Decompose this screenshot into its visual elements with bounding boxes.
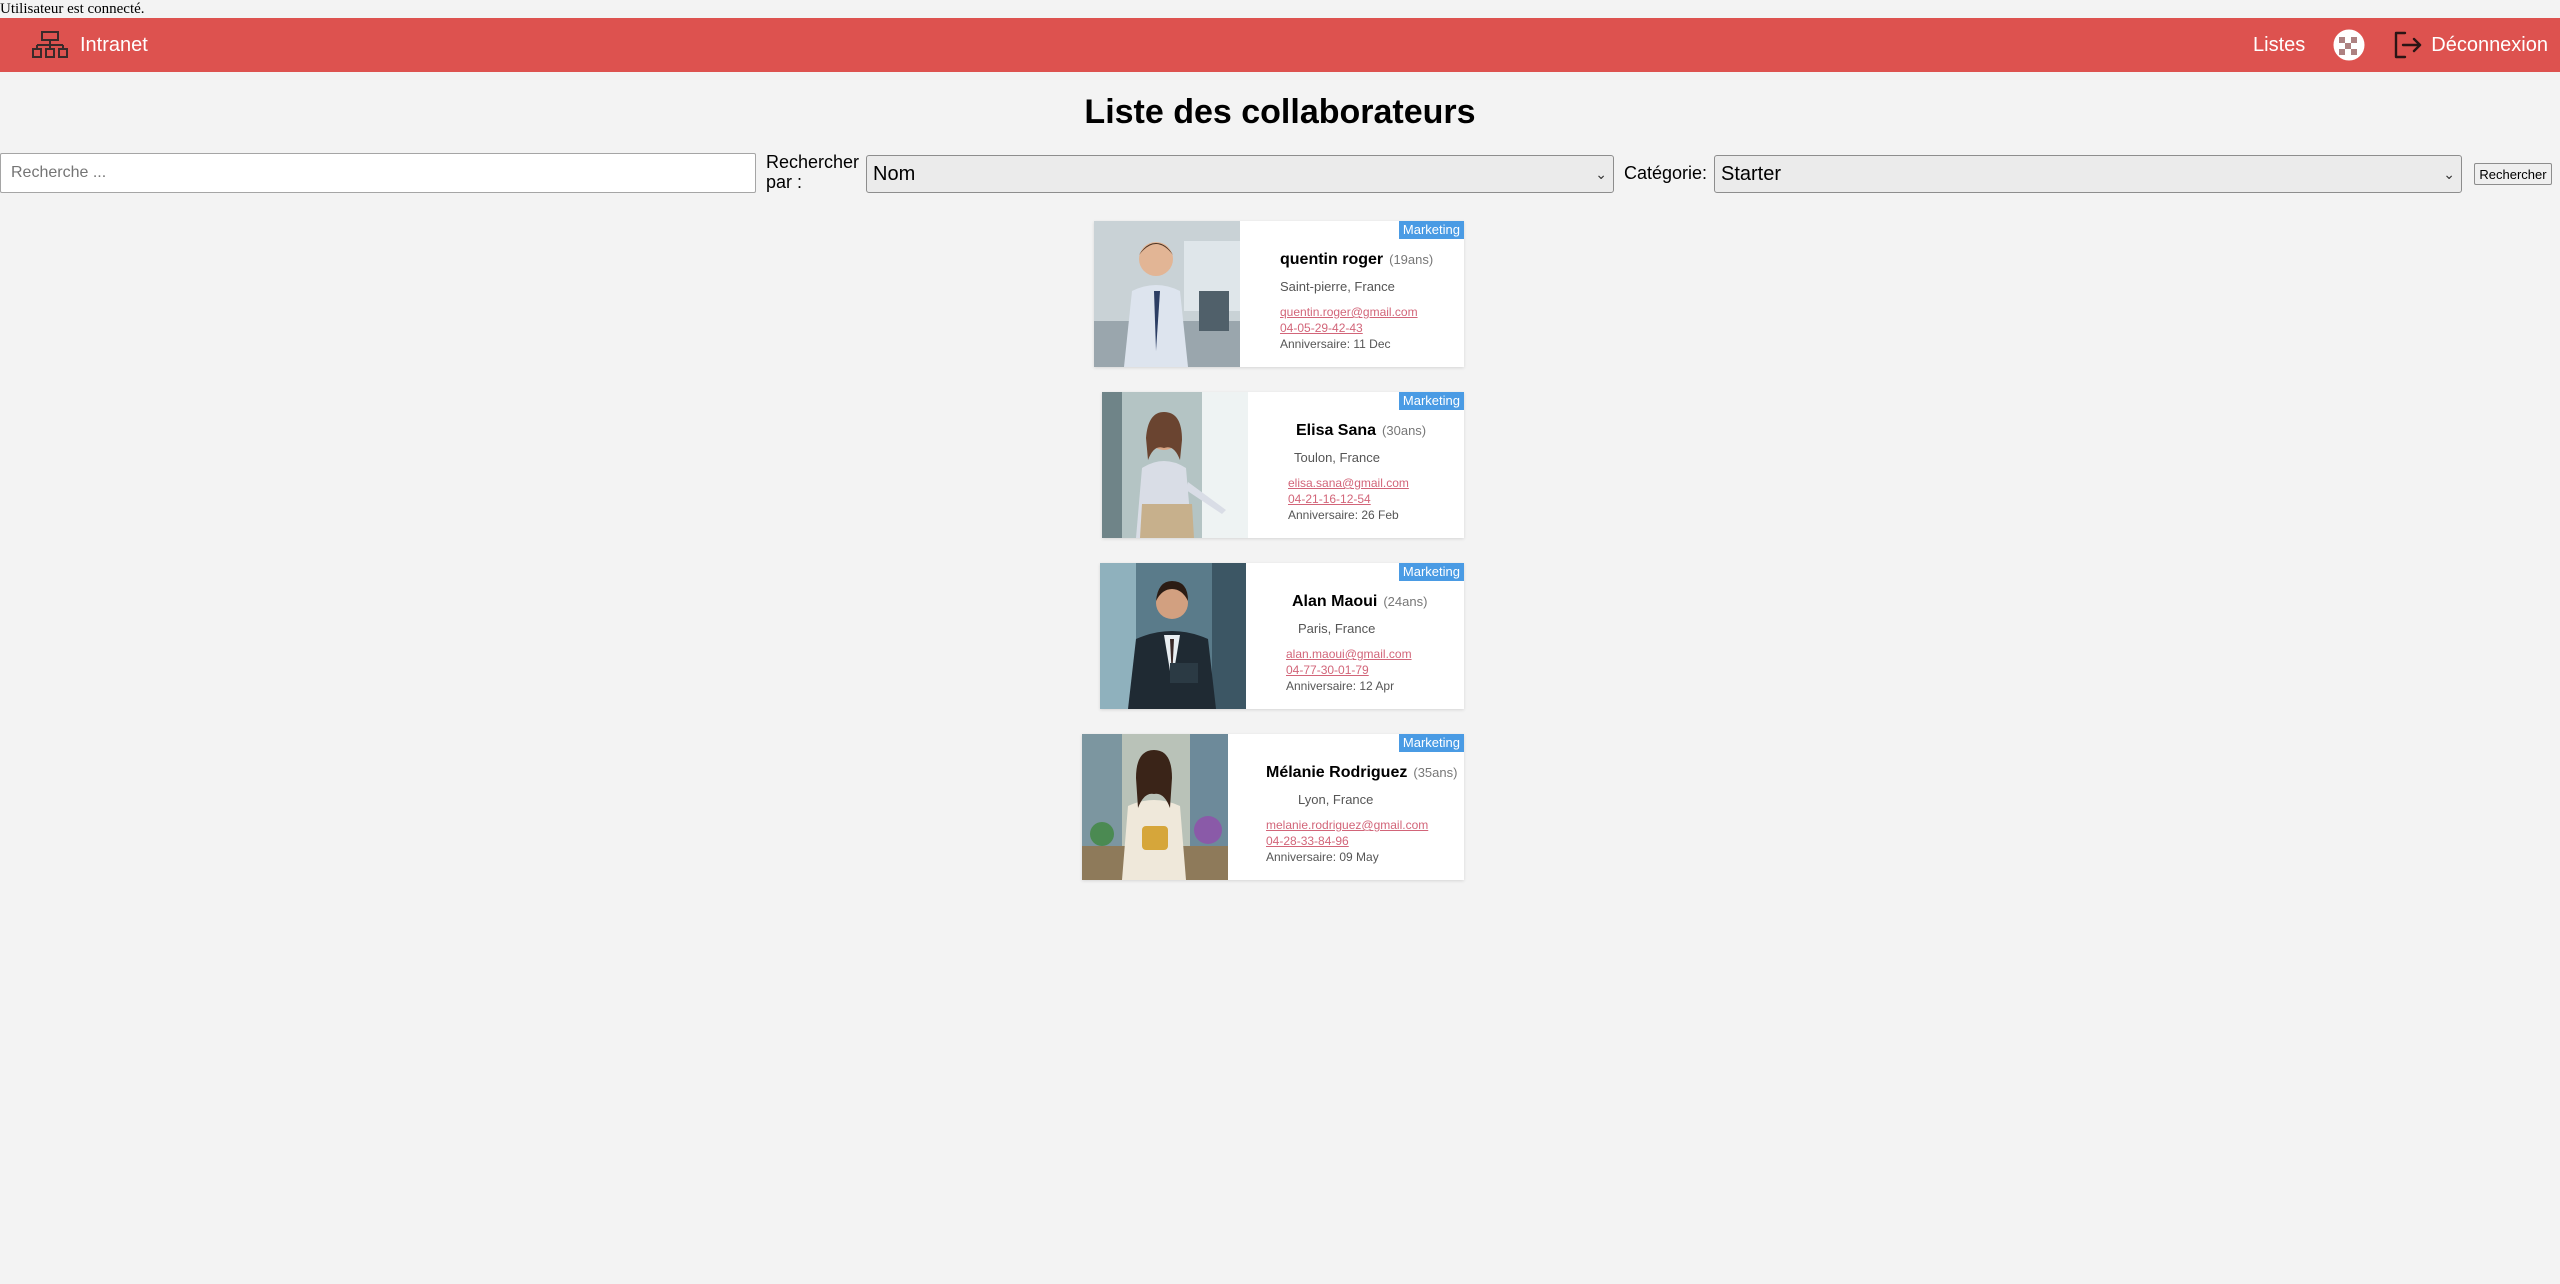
org-chart-icon bbox=[32, 31, 68, 58]
employee-email-link[interactable]: quentin.roger@gmail.com bbox=[1280, 304, 1433, 320]
chevron-down-icon: ⌄ bbox=[2443, 165, 2455, 182]
employee-name: Alan Maoui bbox=[1292, 593, 1378, 610]
employee-name: quentin roger bbox=[1280, 251, 1384, 268]
search-by-value: Nom bbox=[873, 162, 916, 185]
employee-location: Paris, France bbox=[1298, 621, 1376, 636]
employee-phone-link[interactable]: 04-77-30-01-79 bbox=[1286, 662, 1427, 678]
employee-age: (19ans) bbox=[1389, 252, 1434, 267]
employee-phone-link[interactable]: 04-05-29-42-43 bbox=[1280, 320, 1433, 336]
page-title: Liste des collaborateurs bbox=[1084, 93, 1476, 131]
employee-location: Saint-pierre, France bbox=[1280, 279, 1395, 294]
department-badge: Marketing bbox=[1398, 563, 1464, 581]
globe-icon[interactable] bbox=[2333, 29, 2365, 61]
search-input[interactable] bbox=[0, 153, 756, 193]
search-bar: Rechercher par : Nom ⌄ Catégorie: Starte… bbox=[0, 152, 2560, 196]
employee-photo bbox=[1082, 734, 1228, 880]
employee-name: Elisa Sana bbox=[1296, 422, 1377, 439]
logout-icon bbox=[2395, 31, 2422, 59]
employee-birthday: Anniversaire: 26 Feb bbox=[1288, 508, 1399, 522]
employee-card[interactable]: Marketing quentin roger (19ans) Saint-pie… bbox=[1094, 221, 1464, 367]
employee-age: (24ans) bbox=[1383, 594, 1428, 609]
login-status: Utilisateur est connecté. bbox=[0, 1, 145, 17]
category-label: Catégorie: bbox=[1624, 163, 1708, 183]
employee-age: (35ans) bbox=[1413, 765, 1458, 780]
employee-photo bbox=[1094, 221, 1240, 367]
employee-age: (30ans) bbox=[1382, 423, 1427, 438]
top-navbar: Intranet Listes Déconnexion bbox=[0, 18, 2560, 72]
employee-photo bbox=[1102, 392, 1248, 538]
employee-card[interactable]: Marketing Mélanie Rodriguez (35ans) Lyon,… bbox=[1082, 734, 1464, 880]
employee-card[interactable]: Marketing Elisa Sana (30ans) Toulon, Fran… bbox=[1102, 392, 1464, 538]
department-badge: Marketing bbox=[1398, 392, 1464, 410]
employee-email-link[interactable]: melanie.rodriguez@gmail.com bbox=[1266, 817, 1457, 833]
employee-name: Mélanie Rodriguez bbox=[1266, 764, 1408, 781]
search-by-label: Rechercher par : bbox=[766, 152, 860, 192]
department-badge: Marketing bbox=[1398, 221, 1464, 239]
logout-label: Déconnexion bbox=[2431, 33, 2548, 56]
search-by-select[interactable]: Nom ⌄ bbox=[866, 155, 1614, 193]
logout-button[interactable]: Déconnexion bbox=[2391, 30, 2548, 60]
employee-location: Toulon, France bbox=[1294, 450, 1380, 465]
employee-email-link[interactable]: elisa.sana@gmail.com bbox=[1288, 475, 1426, 491]
category-value: Starter bbox=[1721, 162, 1782, 185]
employee-phone-link[interactable]: 04-28-33-84-96 bbox=[1266, 833, 1457, 849]
employee-birthday: Anniversaire: 12 Apr bbox=[1286, 679, 1395, 693]
employee-birthday: Anniversaire: 09 May bbox=[1266, 850, 1379, 864]
employee-card[interactable]: Marketing Alan Maoui (24ans) Paris, Franc… bbox=[1100, 563, 1464, 709]
employee-email-link[interactable]: alan.maoui@gmail.com bbox=[1286, 646, 1427, 662]
employee-location: Lyon, France bbox=[1298, 792, 1374, 807]
employee-birthday: Anniversaire: 11 Dec bbox=[1280, 337, 1391, 351]
nav-lists-link[interactable]: Listes bbox=[2253, 34, 2305, 57]
department-badge: Marketing bbox=[1398, 734, 1464, 752]
search-button[interactable]: Rechercher bbox=[2474, 163, 2552, 185]
category-select[interactable]: Starter ⌄ bbox=[1714, 155, 2462, 193]
employee-phone-link[interactable]: 04-21-16-12-54 bbox=[1288, 491, 1426, 507]
brand-label: Intranet bbox=[80, 33, 148, 56]
chevron-down-icon: ⌄ bbox=[1595, 165, 1607, 182]
employee-photo bbox=[1100, 563, 1246, 709]
brand-link[interactable]: Intranet bbox=[32, 18, 148, 72]
